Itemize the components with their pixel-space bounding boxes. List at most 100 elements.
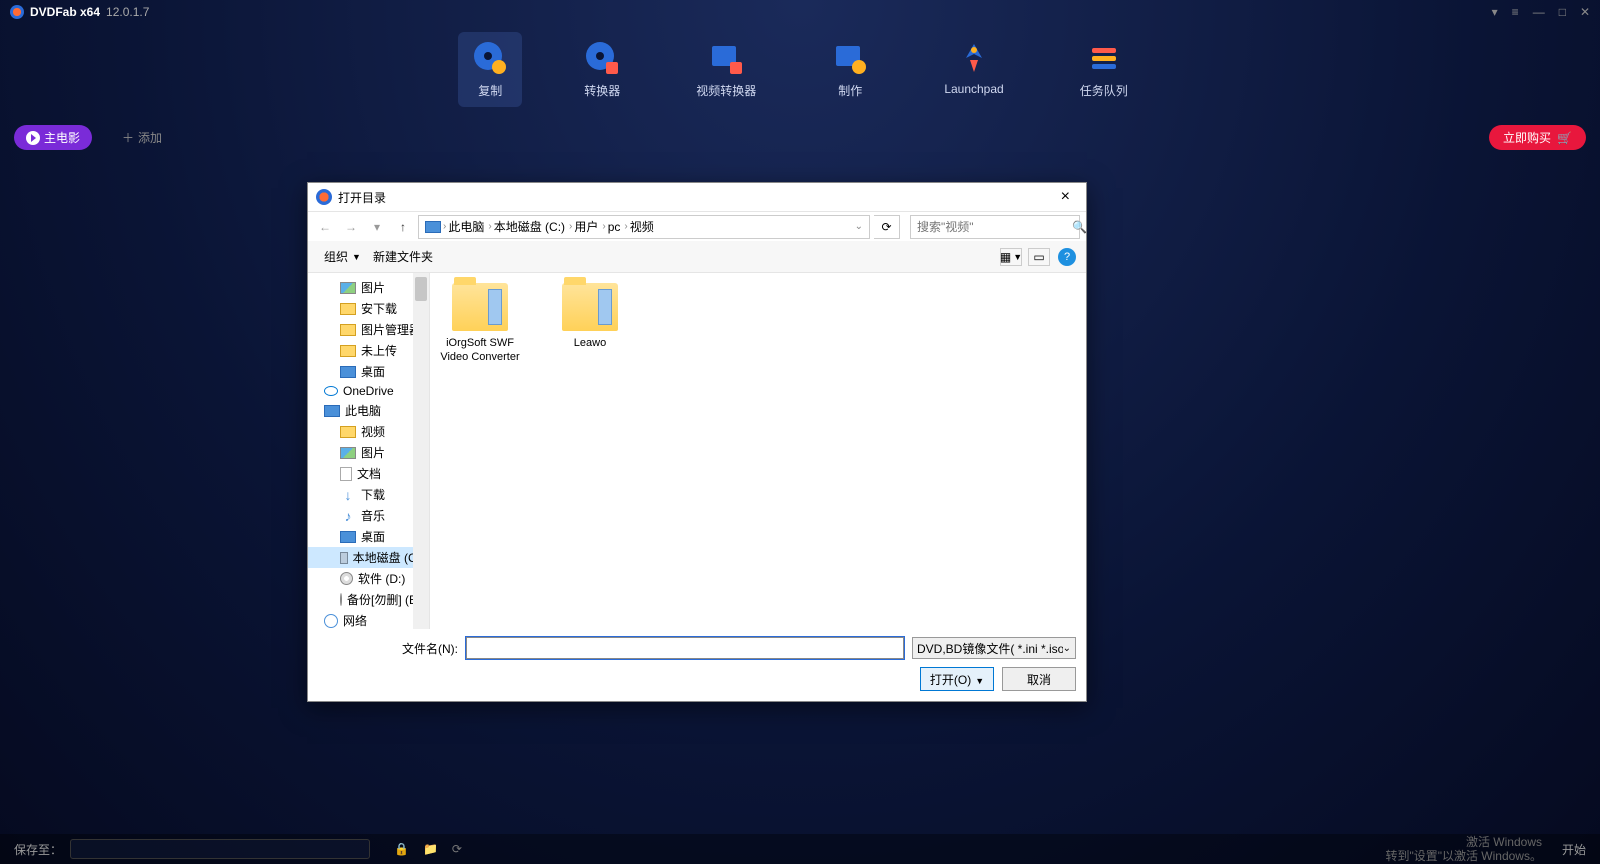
converter-icon xyxy=(584,40,620,76)
search-box[interactable]: 🔍 xyxy=(910,215,1080,239)
folder-open-icon[interactable]: 📁 xyxy=(423,842,438,856)
tree-node[interactable]: 备份[勿删] (E:) xyxy=(308,589,429,610)
dl-icon: ↓ xyxy=(340,489,356,501)
doc-icon xyxy=(340,467,352,481)
music-icon: ♪ xyxy=(340,510,356,522)
cancel-button[interactable]: 取消 xyxy=(1002,667,1076,691)
folder-content[interactable]: iOrgSoft SWF Video Converter Leawo xyxy=(430,273,1086,629)
lock-icon[interactable]: 🔒 xyxy=(394,842,409,856)
tree-node[interactable]: 软件 (D:) xyxy=(308,568,429,589)
breadcrumb[interactable]: › 此电脑› 本地磁盘 (C:)› 用户› pc› 视频 ⌄ xyxy=(418,215,870,239)
tree-node[interactable]: 此电脑 xyxy=(308,400,429,421)
pc-icon xyxy=(324,405,340,417)
folder-icon xyxy=(340,324,356,336)
tree-node[interactable]: 安下载 xyxy=(308,298,429,319)
pc-icon xyxy=(340,366,356,378)
queue-icon xyxy=(1086,40,1122,76)
tree-node[interactable]: 桌面 xyxy=(308,526,429,547)
tree-node[interactable]: ↓ 下载 xyxy=(308,484,429,505)
tree-node[interactable]: 视频 xyxy=(308,421,429,442)
nav-copy-label: 复制 xyxy=(478,82,502,99)
nav-back-icon[interactable]: ← xyxy=(314,216,336,238)
pin-icon[interactable]: ▾ xyxy=(1492,5,1498,19)
nav-recent-icon[interactable]: ▾ xyxy=(366,216,388,238)
close-app-icon[interactable]: ✕ xyxy=(1580,5,1590,19)
file-filter-select[interactable]: DVD,BD镜像文件( *.ini *.iso *. ⌄ xyxy=(912,637,1076,659)
tree-node-label: 视频 xyxy=(361,423,385,440)
nav-creator-label: 制作 xyxy=(838,82,862,99)
tree-node[interactable]: 未上传 xyxy=(308,340,429,361)
tree-node[interactable]: 网络 xyxy=(308,610,429,629)
folder-item-label: iOrgSoft SWF Video Converter xyxy=(440,337,520,365)
new-folder-button[interactable]: 新建文件夹 xyxy=(367,246,439,267)
search-input[interactable] xyxy=(917,220,1072,234)
tree-node[interactable]: 桌面 xyxy=(308,361,429,382)
mode-pill[interactable]: 主电影 xyxy=(14,125,92,150)
windows-activation-notice: 激活 Windows 转到"设置"以激活 Windows。 xyxy=(1385,835,1542,864)
nav-converter[interactable]: 转换器 xyxy=(570,32,634,107)
pc-icon xyxy=(425,221,441,233)
preview-pane-icon[interactable]: ▭ xyxy=(1028,248,1050,266)
maximize-icon[interactable]: □ xyxy=(1559,5,1566,19)
open-folder-dialog: 打开目录 × ← → ▾ ↑ › 此电脑› 本地磁盘 (C:)› 用户› pc›… xyxy=(307,182,1087,702)
video-converter-icon xyxy=(708,40,744,76)
dialog-toolbar: 组织 ▼ 新建文件夹 ▦▼ ▭ ? xyxy=(308,241,1086,273)
tree-node-label: 图片 xyxy=(361,279,385,296)
organize-button[interactable]: 组织 ▼ xyxy=(318,246,367,267)
refresh-bottom-icon[interactable]: ⟳ xyxy=(452,842,462,856)
drive-icon xyxy=(340,552,348,564)
mode-pill-label: 主电影 xyxy=(44,129,80,146)
tree-scrollbar[interactable] xyxy=(413,273,429,629)
tree-node[interactable]: 图片管理器 xyxy=(308,319,429,340)
buy-now-button[interactable]: 立即购买 🛒 xyxy=(1489,125,1586,150)
dialog-close-icon[interactable]: × xyxy=(1053,188,1078,206)
nav-creator[interactable]: 制作 xyxy=(818,32,882,107)
dialog-title: 打开目录 xyxy=(338,189,386,206)
tree-node-label: 此电脑 xyxy=(345,402,381,419)
dialog-navbar: ← → ▾ ↑ › 此电脑› 本地磁盘 (C:)› 用户› pc› 视频 ⌄ ⟳… xyxy=(308,211,1086,241)
tree-node[interactable]: ♪音乐 xyxy=(308,505,429,526)
saveto-label: 保存至： xyxy=(14,841,62,858)
plus-icon: ＋ xyxy=(122,129,134,146)
tree-node[interactable]: 本地磁盘 (C:) xyxy=(308,547,429,568)
main-nav: 复制 转换器 视频转换器 制作 Launchpad 任务队列 xyxy=(0,24,1600,119)
filename-input[interactable] xyxy=(466,637,904,659)
nav-copy[interactable]: 复制 xyxy=(458,32,522,107)
breadcrumb-seg: pc› xyxy=(608,220,628,234)
tree-node[interactable]: 图片 xyxy=(308,277,429,298)
tree-node[interactable]: 文档 xyxy=(308,463,429,484)
refresh-icon[interactable]: ⟳ xyxy=(874,215,900,239)
folder-item[interactable]: iOrgSoft SWF Video Converter xyxy=(440,283,520,365)
start-button[interactable]: 开始 xyxy=(1562,841,1586,858)
menu-icon[interactable]: ≡ xyxy=(1512,5,1519,19)
nav-forward-icon[interactable]: → xyxy=(340,216,362,238)
tree-node[interactable]: OneDrive xyxy=(308,382,429,400)
nav-launchpad[interactable]: Launchpad xyxy=(930,32,1017,107)
folder-item[interactable]: Leawo xyxy=(550,283,630,351)
tree-node-label: 下载 xyxy=(361,486,385,503)
search-icon: 🔍 xyxy=(1072,220,1087,234)
minimize-icon[interactable]: — xyxy=(1533,5,1545,19)
view-mode-icon[interactable]: ▦▼ xyxy=(1000,248,1022,266)
nav-queue[interactable]: 任务队列 xyxy=(1066,32,1142,107)
help-icon[interactable]: ? xyxy=(1058,248,1076,266)
breadcrumb-seg: 视频 xyxy=(630,218,654,235)
saveto-combo[interactable] xyxy=(70,839,370,859)
pic-icon xyxy=(340,447,356,459)
add-button[interactable]: ＋ 添加 xyxy=(122,129,162,146)
tree-node[interactable]: 图片 xyxy=(308,442,429,463)
dialog-body: 图片安下载图片管理器未上传桌面OneDrive此电脑视频图片文档↓下载♪音乐桌面… xyxy=(308,273,1086,629)
net-icon xyxy=(324,614,338,628)
pc-icon xyxy=(340,531,356,543)
disc-icon xyxy=(340,572,353,585)
folder-icon xyxy=(340,345,356,357)
nav-up-icon[interactable]: ↑ xyxy=(392,216,414,238)
folder-icon xyxy=(452,283,508,331)
nav-video-converter[interactable]: 视频转换器 xyxy=(682,32,770,107)
app-version: 12.0.1.7 xyxy=(106,5,149,19)
chevron-down-icon[interactable]: ⌄ xyxy=(855,221,863,232)
tree-node-label: 未上传 xyxy=(361,342,397,359)
dialog-app-icon xyxy=(316,189,332,205)
dialog-footer: 文件名(N): DVD,BD镜像文件( *.ini *.iso *. ⌄ 打开(… xyxy=(308,629,1086,701)
open-button[interactable]: 打开(O)▼ xyxy=(920,667,994,691)
